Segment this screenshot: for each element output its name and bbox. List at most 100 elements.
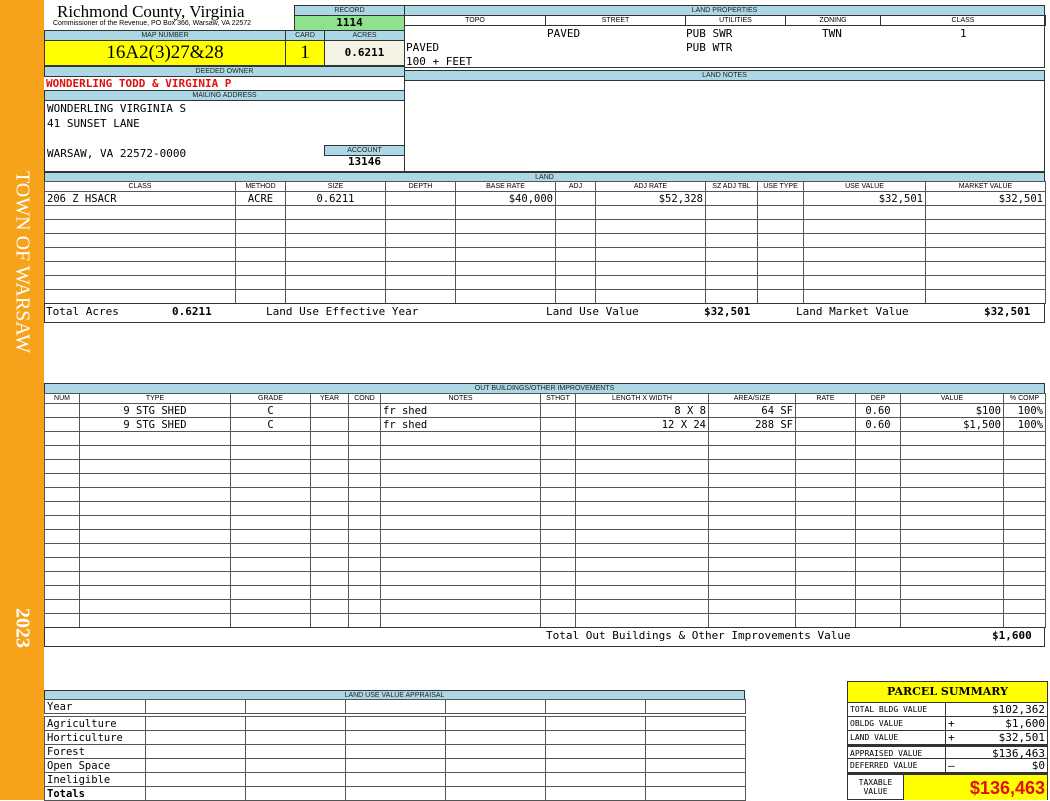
table-cell <box>595 219 706 234</box>
table-cell <box>575 487 709 502</box>
table-cell <box>230 445 311 460</box>
table-cell <box>575 473 709 488</box>
table-cell <box>79 571 231 586</box>
table-cell <box>1003 459 1046 474</box>
table-cell <box>540 571 576 586</box>
table-cell <box>575 459 709 474</box>
table-cell <box>348 487 381 502</box>
value-cell <box>345 786 446 801</box>
value-cell <box>445 699 546 714</box>
mailing-line: WARSAW, VA 22572-0000 <box>47 147 187 160</box>
summary-label: OBLDG VALUE <box>848 717 946 730</box>
table-cell <box>795 445 856 460</box>
column-header: GRADE <box>230 393 311 404</box>
table-cell <box>708 585 796 600</box>
table-cell <box>310 431 349 446</box>
table-cell <box>900 515 1004 530</box>
summary-row: OBLDG VALUE + $1,600 <box>848 717 1047 731</box>
table-cell <box>44 417 80 432</box>
table-cell: 100% <box>1003 403 1046 418</box>
land-notes-box[interactable] <box>404 80 1045 172</box>
table-cell <box>540 403 576 418</box>
utilities-value: PUB SWR <box>686 27 733 40</box>
table-row <box>44 543 1046 558</box>
land-use-row: Agriculture <box>44 716 746 731</box>
table-cell <box>380 431 541 446</box>
table-row <box>44 431 1046 446</box>
table-cell <box>757 191 804 206</box>
value-cell <box>545 730 646 745</box>
land-use-row: Forest <box>44 744 746 759</box>
column-header: NOTES <box>380 393 541 404</box>
table-cell <box>705 289 758 304</box>
table-cell <box>540 445 576 460</box>
card-value: 1 <box>285 40 325 66</box>
acres-value: 0.6211 <box>324 40 405 66</box>
table-cell <box>900 613 1004 628</box>
table-cell <box>540 557 576 572</box>
table-cell <box>348 445 381 460</box>
table-cell <box>1003 543 1046 558</box>
column-header: BASE RATE <box>455 181 556 192</box>
table-cell <box>925 289 1046 304</box>
column-header: CLASS <box>44 181 236 192</box>
street-value: PAVED <box>547 27 581 40</box>
table-cell: 9 STG SHED <box>79 417 231 432</box>
table-cell <box>900 557 1004 572</box>
land-use-row: Open Space <box>44 758 746 773</box>
table-cell <box>708 473 796 488</box>
column-header-row: NUM TYPE GRADE YEAR COND NOTES STHGT LENGTH X W… <box>44 393 1046 404</box>
table-cell <box>44 261 236 276</box>
table-cell <box>79 529 231 544</box>
table-cell <box>44 529 80 544</box>
table-cell <box>540 473 576 488</box>
column-header: USE TYPE <box>757 181 804 192</box>
table-cell <box>44 247 236 262</box>
value-cell <box>245 772 346 787</box>
summary-row: LAND VALUE + $32,501 <box>848 731 1047 745</box>
table-cell <box>385 275 456 290</box>
table-cell: 64 SF <box>708 403 796 418</box>
table-cell <box>705 247 758 262</box>
table-cell: 0.60 <box>855 403 901 418</box>
table-cell <box>900 599 1004 614</box>
row-label: Ineligible <box>44 772 146 787</box>
table-cell <box>235 275 286 290</box>
table-cell <box>803 289 926 304</box>
column-header: RATE <box>795 393 856 404</box>
table-cell <box>900 431 1004 446</box>
table-cell <box>575 431 709 446</box>
column-header: AREA/SIZE <box>708 393 796 404</box>
table-cell <box>708 459 796 474</box>
table-cell <box>757 275 804 290</box>
outbuildings-total-label: Total Out Buildings & Other Improvements… <box>546 629 851 642</box>
table-cell <box>230 515 311 530</box>
table-cell <box>708 543 796 558</box>
column-header: STHGT <box>540 393 576 404</box>
table-cell <box>230 529 311 544</box>
table-row: 206 Z HSACR ACRE 0.6211 $40,000 $52,328 $32,5… <box>44 191 1046 206</box>
table-row <box>44 289 1046 304</box>
table-cell <box>380 529 541 544</box>
value-cell <box>645 772 746 787</box>
table-row <box>44 473 1046 488</box>
table-cell <box>380 487 541 502</box>
value-cell <box>545 772 646 787</box>
table-cell <box>44 487 80 502</box>
table-cell <box>230 585 311 600</box>
table-cell <box>79 473 231 488</box>
table-cell <box>795 571 856 586</box>
deeded-owner-label: DEEDED OWNER <box>44 66 405 77</box>
table-cell <box>708 613 796 628</box>
table-cell <box>285 219 386 234</box>
table-cell <box>385 205 456 220</box>
table-cell <box>795 613 856 628</box>
table-cell <box>705 261 758 276</box>
table-cell <box>575 557 709 572</box>
column-header: NUM <box>44 393 80 404</box>
column-header: ADJ RATE <box>595 181 706 192</box>
value-cell <box>445 786 546 801</box>
table-cell <box>44 445 80 460</box>
table-cell <box>540 501 576 516</box>
table-cell <box>540 613 576 628</box>
